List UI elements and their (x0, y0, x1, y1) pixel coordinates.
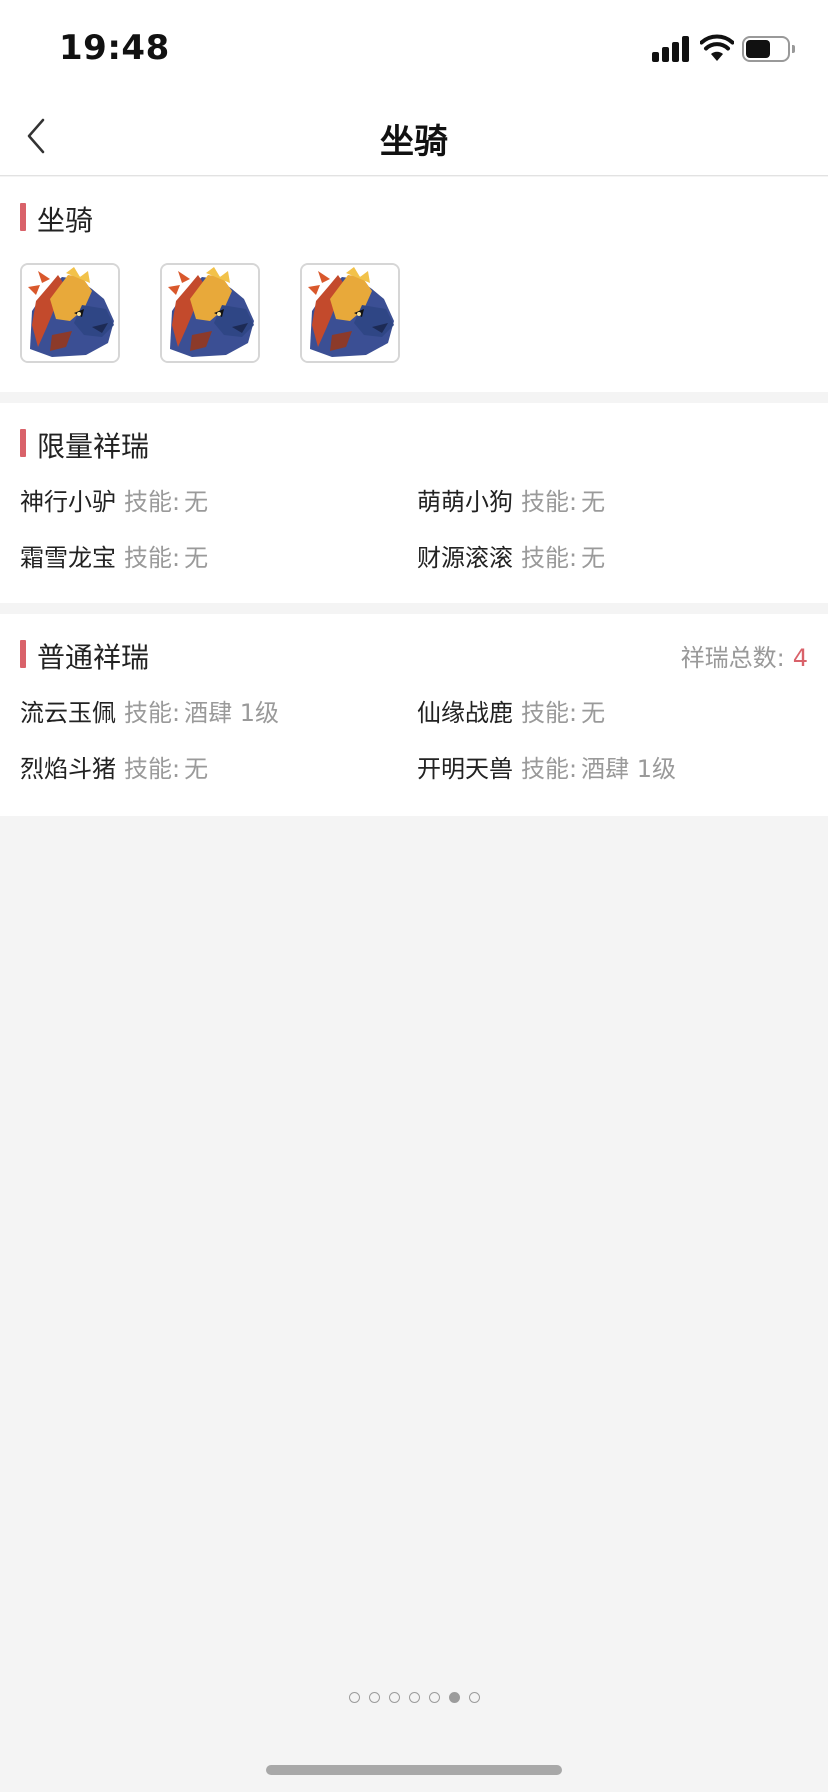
skill-label: 技能: (521, 699, 578, 727)
list-item: 流云玉佩 技能: 酒肆 1级 (20, 693, 279, 728)
status-time: 19:48 (59, 28, 170, 68)
page-dot[interactable] (468, 1692, 480, 1703)
skill-value: 酒肆 1级 (581, 755, 676, 783)
mounts-section: 坐骑 (0, 177, 828, 392)
list-item: 烈焰斗猪 技能: 无 (20, 749, 208, 784)
item-name: 霜雪龙宝 (20, 544, 116, 572)
status-bar: 19:48 (0, 0, 828, 100)
skill-value: 无 (184, 755, 209, 783)
page-dot[interactable] (448, 1692, 460, 1703)
skill-label: 技能: (521, 544, 578, 572)
skill-label: 技能: (124, 544, 181, 572)
skill-value: 酒肆 1级 (184, 699, 279, 727)
section-marker (20, 429, 26, 457)
wifi-icon (700, 34, 734, 61)
section-header: 普通祥瑞 祥瑞总数: 4 (0, 614, 828, 694)
battery-icon (742, 36, 795, 62)
total-count: 祥瑞总数: 4 (681, 638, 808, 673)
section-title: 坐骑 (37, 204, 94, 237)
mount-creature-image (22, 265, 118, 361)
page-dot[interactable] (408, 1692, 420, 1703)
item-name: 仙缘战鹿 (417, 699, 513, 727)
page-indicator[interactable] (0, 1692, 828, 1706)
skill-value: 无 (581, 544, 606, 572)
skill-value: 无 (184, 544, 209, 572)
skill-label: 技能: (124, 488, 181, 516)
skill-value: 无 (184, 488, 209, 516)
page-dot[interactable] (348, 1692, 360, 1703)
total-count-label: 祥瑞总数: (680, 644, 785, 672)
section-marker (20, 203, 26, 231)
mount-thumbnail-1[interactable] (20, 263, 120, 363)
page-title: 坐骑 (380, 122, 448, 162)
signal-icon (652, 36, 692, 62)
list-item: 仙缘战鹿 技能: 无 (417, 693, 605, 728)
home-indicator[interactable] (266, 1765, 562, 1775)
list-item: 霜雪龙宝 技能: 无 (20, 538, 208, 573)
list-item: 神行小驴 技能: 无 (20, 482, 208, 517)
list-item: 萌萌小狗 技能: 无 (417, 482, 605, 517)
mount-creature-image (162, 265, 258, 361)
skill-value: 无 (581, 488, 606, 516)
total-count-value: 4 (792, 644, 808, 672)
skill-label: 技能: (124, 755, 181, 783)
item-name: 财源滚滚 (417, 544, 513, 572)
item-name: 流云玉佩 (20, 699, 116, 727)
page-dot[interactable] (388, 1692, 400, 1703)
normal-section: 普通祥瑞 祥瑞总数: 4 流云玉佩 技能: 酒肆 1级 仙缘战鹿 技能: 无 烈焰斗猪 技能… (0, 614, 828, 816)
page-dot[interactable] (428, 1692, 440, 1703)
mount-thumbnail-2[interactable] (160, 263, 260, 363)
section-marker (20, 640, 26, 668)
section-header: 坐骑 (0, 177, 828, 257)
navigation-bar: 坐骑 (0, 100, 828, 176)
item-name: 开明天兽 (417, 755, 513, 783)
item-name: 萌萌小狗 (417, 488, 513, 516)
page-dot[interactable] (368, 1692, 380, 1703)
mount-creature-image (302, 265, 398, 361)
item-name: 烈焰斗猪 (20, 755, 116, 783)
mount-thumbnail-3[interactable] (300, 263, 400, 363)
list-item: 开明天兽 技能: 酒肆 1级 (417, 749, 676, 784)
skill-label: 技能: (124, 699, 181, 727)
limited-section: 限量祥瑞 神行小驴 技能: 无 萌萌小狗 技能: 无 霜雪龙宝 技能: 无 财源滚滚 技能: 无 (0, 403, 828, 603)
section-header: 限量祥瑞 (0, 403, 828, 483)
section-title: 限量祥瑞 (37, 430, 150, 463)
section-title: 普通祥瑞 (37, 641, 150, 674)
item-name: 神行小驴 (20, 488, 116, 516)
skill-label: 技能: (521, 755, 578, 783)
skill-value: 无 (581, 699, 606, 727)
skill-label: 技能: (521, 488, 578, 516)
list-item: 财源滚滚 技能: 无 (417, 538, 605, 573)
